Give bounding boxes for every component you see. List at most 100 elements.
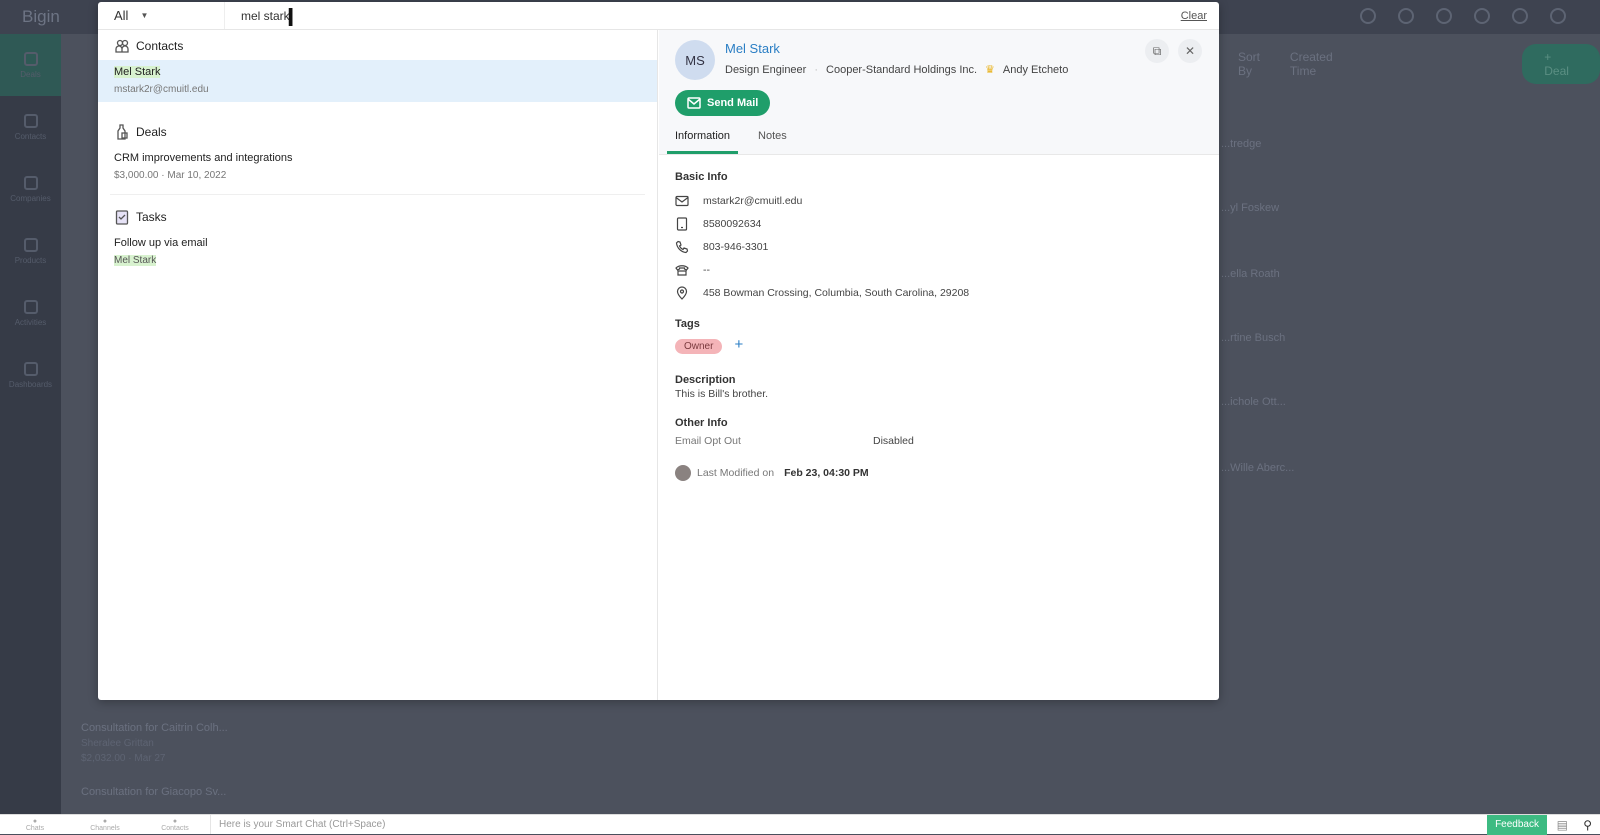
deal-card[interactable]: Consultation for Giacopo Sv... xyxy=(81,786,226,798)
tags-list: Owner + xyxy=(675,336,1203,354)
card-contact: ...rtine Busch xyxy=(1221,332,1286,344)
section-tasks: Tasks xyxy=(98,201,657,231)
owner-name: Andy Etcheto xyxy=(1002,63,1069,76)
section-heading: Description xyxy=(675,374,736,386)
deals-icon xyxy=(23,51,38,66)
mobile-row: 8580092634 xyxy=(675,212,1203,235)
company-link[interactable]: Cooper-Standard Holdings Inc. xyxy=(826,64,977,76)
telephone-icon xyxy=(675,264,689,276)
clear-button[interactable]: Clear xyxy=(1181,10,1207,22)
sidebar-item-companies[interactable]: Companies xyxy=(0,158,61,220)
search-input[interactable] xyxy=(241,8,1041,23)
contacts-icon xyxy=(115,39,129,53)
tag-chip[interactable]: Owner xyxy=(675,339,723,354)
sidebar-item-deals[interactable]: Deals xyxy=(0,34,61,96)
email-opt-out-row: Email Opt Out Disabled xyxy=(675,435,914,447)
deals-icon xyxy=(117,124,128,140)
external-link-icon: ⧉ xyxy=(1152,43,1162,58)
help-icon[interactable] xyxy=(1398,8,1414,24)
phone-icon xyxy=(675,240,689,253)
section-heading: Basic Info xyxy=(675,171,728,183)
timer-icon[interactable] xyxy=(1474,8,1490,24)
phone-row: 803-946-3301 xyxy=(675,235,1203,258)
contacts-icon xyxy=(23,113,38,128)
result-contact[interactable]: Mel Stark mstark2r@cmuitl.edu xyxy=(98,60,657,102)
top-icons xyxy=(1360,8,1566,24)
preview-body: Basic Info mstark2r@cmuitl.edu 858009263… xyxy=(659,155,1219,497)
card-contact: ...Wille Aberc... xyxy=(1221,462,1295,474)
feedback-button[interactable]: Feedback xyxy=(1487,815,1547,835)
card-contact: ...ella Roath xyxy=(1221,268,1280,280)
notes-icon[interactable]: ▤ xyxy=(1557,818,1568,832)
result-deal[interactable]: CRM improvements and integrations $3,000… xyxy=(98,146,657,188)
sidebar-item-dashboards[interactable]: Dashboards xyxy=(0,344,61,406)
channels-button[interactable]: ● Channels xyxy=(70,818,140,832)
apps-icon[interactable] xyxy=(1550,8,1566,24)
section-contacts: Contacts xyxy=(98,30,657,60)
add-tag-button[interactable]: + xyxy=(734,336,743,353)
description-text: This is Bill's brother. xyxy=(675,388,769,400)
preview-header: MS Mel Stark Design Engineer · Cooper-Sta… xyxy=(659,30,1219,155)
search-bar: All▼ I Clear xyxy=(98,2,1219,30)
address-row: 458 Bowman Crossing, Columbia, South Car… xyxy=(675,281,1203,304)
sidebar: Deals Contacts Companies Products Activi… xyxy=(0,34,61,814)
mobile-icon xyxy=(676,216,688,231)
section-deals: Deals xyxy=(98,116,657,146)
avatar[interactable] xyxy=(1512,8,1528,24)
result-task[interactable]: Follow up via email Mel Stark xyxy=(98,231,657,273)
tasks-icon xyxy=(115,210,129,225)
bell-icon[interactable] xyxy=(1360,8,1376,24)
add-icon[interactable] xyxy=(1436,8,1452,24)
last-modified: Last Modified on Feb 23, 04:30 PM xyxy=(675,465,1203,481)
divider xyxy=(110,194,645,195)
send-mail-button[interactable]: Send Mail xyxy=(675,90,771,116)
section-heading: Tags xyxy=(675,318,700,330)
sidebar-item-activities[interactable]: Activities xyxy=(0,282,61,344)
card-contact: ...tredge xyxy=(1221,138,1262,150)
search-scope-dropdown[interactable]: All ▼ xyxy=(98,2,225,29)
card-contact: ...yl Foskew xyxy=(1221,202,1280,214)
channels-icon: ● xyxy=(102,817,108,825)
contact-name-link[interactable]: Mel Stark xyxy=(725,41,780,56)
deal-card[interactable]: Consultation for Caitrin Colh... Sherale… xyxy=(81,722,228,764)
bottom-bar: ● Chats ● Channels ● Contacts Here is your … xyxy=(0,814,1600,835)
search-icon[interactable]: ⚲ xyxy=(1583,818,1592,832)
preview-tabs: Information Notes xyxy=(667,130,807,154)
chat-icon: ● xyxy=(32,817,38,825)
home-phone-row: -- xyxy=(675,258,1203,281)
tab-information[interactable]: Information xyxy=(667,130,739,154)
location-pin-icon xyxy=(676,285,688,300)
modifier-avatar xyxy=(675,465,691,481)
app-logo: Bigin xyxy=(22,7,60,26)
contact-preview: MS Mel Stark Design Engineer · Cooper-Sta… xyxy=(659,30,1219,700)
caret-down-icon: ▼ xyxy=(140,11,149,20)
new-deal-button[interactable]: + Deal xyxy=(1522,44,1600,84)
board-toolbar: Sort By Created Time + Deal xyxy=(1238,44,1600,84)
open-record-button[interactable]: ⧉ xyxy=(1145,39,1169,63)
owner-crown-icon: ♛ xyxy=(985,64,995,76)
mail-icon xyxy=(675,195,689,206)
close-button[interactable]: ✕ xyxy=(1178,39,1202,63)
companies-icon xyxy=(23,175,38,190)
sidebar-item-contacts[interactable]: Contacts xyxy=(0,96,61,158)
products-icon xyxy=(23,237,38,252)
smart-chat-input[interactable]: Here is your Smart Chat (Ctrl+Space) xyxy=(210,815,385,834)
sort-select[interactable]: Created Time xyxy=(1290,50,1359,78)
close-icon: ✕ xyxy=(1184,44,1196,58)
text-cursor-icon: I xyxy=(287,2,295,32)
contact-icon: ● xyxy=(172,817,178,825)
activities-icon xyxy=(23,299,38,314)
email-row: mstark2r@cmuitl.edu xyxy=(675,189,1203,212)
dashboards-icon xyxy=(23,361,38,376)
avatar: MS xyxy=(675,40,715,80)
contact-subtitle: Design Engineer · Cooper-Standard Holding… xyxy=(725,63,1069,77)
chats-button[interactable]: ● Chats xyxy=(0,818,70,832)
search-results: Contacts Mel Stark mstark2r@cmuitl.edu D… xyxy=(98,30,658,700)
card-contact: ...ichole Ott... xyxy=(1221,396,1286,408)
sort-label: Sort By xyxy=(1238,50,1261,78)
sidebar-item-products[interactable]: Products xyxy=(0,220,61,282)
tab-notes[interactable]: Notes xyxy=(750,130,795,154)
section-heading: Other Info xyxy=(675,417,728,429)
contacts-button[interactable]: ● Contacts xyxy=(140,818,210,832)
global-search-modal: All▼ I Clear Contacts Mel Stark mstark2r… xyxy=(98,2,1219,700)
